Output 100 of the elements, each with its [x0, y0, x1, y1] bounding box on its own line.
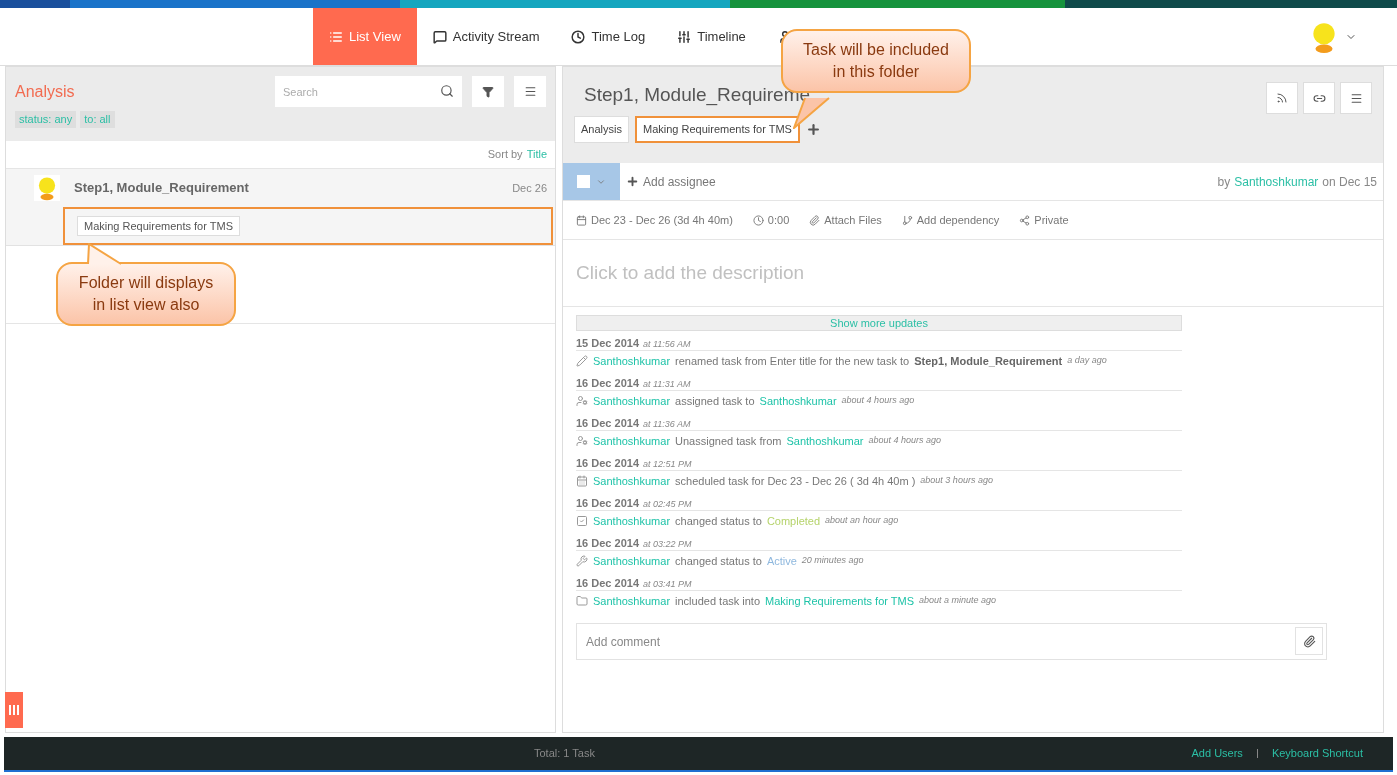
update-link[interactable]: Santhoshkumar	[759, 392, 837, 410]
nav-tab[interactable]: Timeline	[661, 8, 762, 65]
nav-tab[interactable]: Activity Stream	[416, 8, 556, 65]
checkbox-icon	[576, 515, 588, 527]
sort-label: Sort by	[487, 147, 523, 163]
update-link[interactable]: Santhoshkumar	[593, 512, 671, 530]
update-text: assigned task to	[675, 393, 755, 409]
update-link[interactable]: Santhoshkumar	[593, 472, 671, 490]
update-age: about a minute ago	[919, 594, 997, 608]
update-age: 20 minutes ago	[801, 554, 864, 568]
menu-button[interactable]	[514, 76, 546, 107]
update-date: 15 Dec 2014	[576, 336, 639, 351]
comment-field[interactable]: Add comment	[576, 623, 1327, 660]
description-placeholder[interactable]: Click to add the description	[576, 258, 805, 288]
list-icon	[329, 29, 343, 44]
sort-link[interactable]: Title	[526, 146, 547, 163]
bars-icon	[9, 705, 19, 715]
add-assignee-button[interactable]: Add assignee	[626, 172, 716, 191]
add-icon[interactable]	[805, 121, 821, 137]
update-text: changed status to	[675, 553, 762, 569]
checkbox[interactable]	[577, 175, 590, 188]
update-text: Unassigned task from	[675, 433, 782, 449]
filter-chip[interactable]: status: any	[15, 111, 77, 128]
update-text: Step1, Module_Requirement	[914, 353, 1063, 369]
folder-icon	[576, 595, 588, 607]
update-time: at 12:51 PM	[643, 458, 692, 471]
task-title[interactable]: Step1, Module_Requirement	[74, 178, 513, 198]
update-age: about 4 hours ago	[841, 394, 915, 408]
filter-button[interactable]	[472, 76, 504, 107]
person-icon	[576, 435, 588, 447]
folder-tag[interactable]: Making Requirements for TMS	[634, 115, 800, 143]
update-text: renamed task from Enter title for the new task to	[675, 353, 910, 369]
update-time: at 11:31 AM	[643, 378, 691, 391]
panel-toggle[interactable]	[5, 692, 23, 728]
menu-button[interactable]	[1340, 82, 1372, 114]
project-title: Analysis	[15, 81, 76, 102]
menu-icon	[1349, 91, 1363, 105]
update-link[interactable]: Santhoshkumar	[593, 352, 671, 370]
meta-item[interactable]: Attach Files	[809, 211, 882, 229]
author-prefix: by	[1217, 173, 1231, 191]
filter-icon	[482, 85, 494, 98]
paperclip-icon	[809, 214, 821, 226]
update-link[interactable]: Santhoshkumar	[593, 552, 671, 570]
update-date: 16 Dec 2014	[576, 416, 639, 431]
folder-tag[interactable]: Making Requirements for TMS	[77, 215, 240, 237]
update-text: Completed	[766, 513, 821, 529]
update-date: 16 Dec 2014	[576, 576, 639, 591]
update-age: about an hour ago	[825, 514, 899, 528]
attach-button[interactable]	[1295, 627, 1323, 655]
rss-icon	[1276, 92, 1288, 104]
meta-item[interactable]: 0:00	[752, 211, 790, 229]
nav-tab[interactable]: List View	[313, 8, 417, 65]
speech-bubble-icon	[432, 29, 447, 44]
update-time: at 03:41 PM	[643, 578, 692, 591]
update-link[interactable]: Santhoshkumar	[593, 392, 671, 410]
update-link[interactable]: Santhoshkumar	[593, 592, 671, 610]
folder-tag[interactable]: Analysis	[574, 115, 629, 143]
add-icon	[626, 175, 639, 188]
filter-chip[interactable]: to: all	[80, 111, 115, 128]
update-time: at 11:56 AM	[643, 338, 691, 351]
search-icon	[440, 84, 454, 98]
feed-button[interactable]	[1266, 82, 1298, 114]
nav-tab[interactable]: Time Log	[555, 8, 662, 65]
annotation-tooltip: Folder will displays in list view also	[56, 262, 236, 326]
update-date: 16 Dec 2014	[576, 376, 639, 391]
footer-link[interactable]: Keyboard Shortcut	[1271, 745, 1363, 762]
calendar-icon	[576, 475, 588, 487]
paperclip-icon	[1302, 634, 1316, 648]
update-text: Active	[766, 553, 797, 569]
share-icon	[1019, 214, 1031, 226]
update-age: a day ago	[1067, 354, 1107, 368]
link-button[interactable]	[1303, 82, 1335, 114]
update-text: scheduled task for Dec 23 - Dec 26 ( 3d 4h 40m )	[675, 473, 916, 489]
meta-item[interactable]: Add dependency	[901, 211, 1000, 229]
sliders-icon	[677, 29, 692, 44]
footer-link[interactable]: Add Users	[1191, 745, 1243, 762]
person-icon	[576, 395, 588, 407]
task-date: Dec 26	[512, 180, 547, 196]
update-link[interactable]: Making Requirements for TMS	[765, 592, 914, 610]
update-date: 16 Dec 2014	[576, 536, 639, 551]
pencil-icon	[576, 355, 588, 367]
update-age: about 3 hours ago	[920, 474, 993, 488]
clock-icon	[752, 214, 764, 226]
update-date: 16 Dec 2014	[576, 496, 639, 511]
wrench-icon	[576, 555, 588, 567]
meta-item[interactable]: Dec 23 - Dec 26 (3d 4h 40m)	[576, 211, 733, 229]
update-time: at 02:45 PM	[643, 498, 692, 511]
meta-item[interactable]: Private	[1019, 211, 1069, 229]
update-time: at 11:36 AM	[643, 418, 691, 431]
search-field[interactable]: Search	[275, 76, 462, 107]
author-link[interactable]: Santhoshkumar	[1234, 172, 1319, 191]
show-more-button[interactable]: Show more updates	[576, 315, 1182, 331]
calendar-icon	[576, 214, 587, 226]
branch-icon	[901, 214, 913, 226]
author-suffix: on Dec 15	[1322, 173, 1377, 191]
update-time: at 03:22 PM	[643, 538, 692, 551]
task-total: Total: 1 Task	[534, 746, 595, 762]
update-link[interactable]: Santhoshkumar	[786, 432, 864, 450]
update-link[interactable]: Santhoshkumar	[593, 432, 671, 450]
avatar	[34, 175, 60, 201]
